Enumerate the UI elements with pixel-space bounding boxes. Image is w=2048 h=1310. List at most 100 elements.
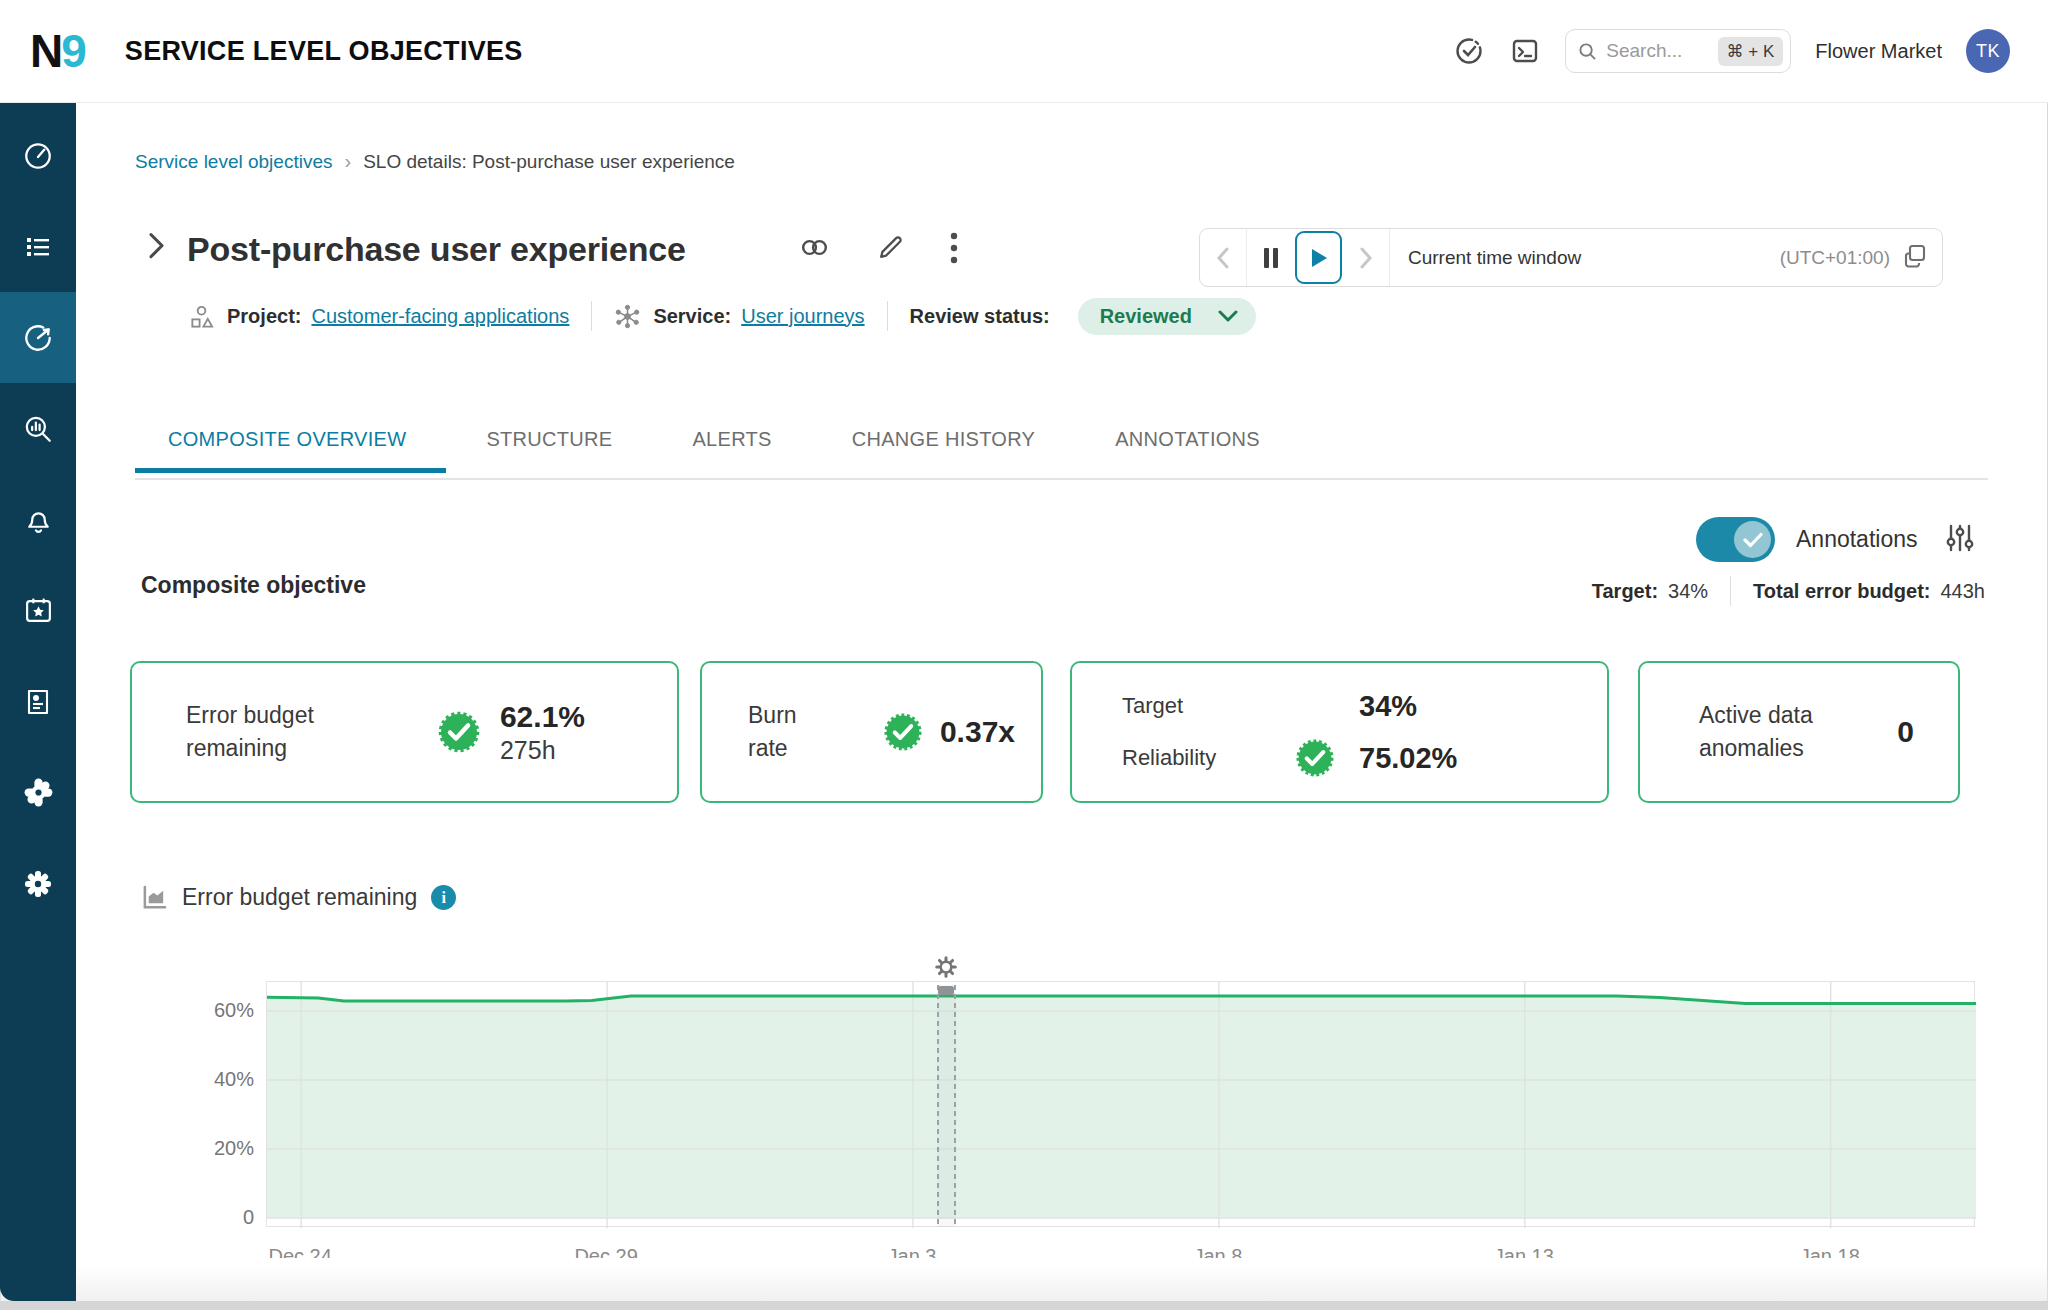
annotation-marker[interactable] — [929, 952, 963, 1227]
tab-bar: COMPOSITE OVERVIEW STRUCTURE ALERTS CHAN… — [135, 428, 1300, 473]
tab-baseline — [135, 478, 1988, 480]
y-tick-label: 0 — [180, 1205, 254, 1229]
sidebar-item-alerts[interactable] — [0, 474, 76, 565]
edit-pencil-icon[interactable] — [875, 232, 906, 267]
review-status-dropdown[interactable]: Reviewed — [1078, 298, 1256, 335]
error-budget-hours: 275h — [500, 736, 585, 765]
active-data-anomalies-card: Active data anomalies 0 — [1638, 661, 1960, 803]
service-icon — [614, 303, 641, 330]
org-name[interactable]: Flower Market — [1815, 40, 1942, 63]
y-tick-label: 20% — [180, 1136, 254, 1160]
x-tick-label: Dec 24 — [268, 1245, 331, 1258]
copy-icon[interactable] — [1902, 243, 1928, 273]
settings-gear-icon — [22, 868, 54, 900]
bell-icon — [23, 504, 54, 535]
search-input[interactable]: Search... ⌘ + K — [1565, 29, 1791, 73]
pause-button[interactable] — [1247, 229, 1294, 286]
annotations-toggle[interactable] — [1696, 517, 1775, 562]
total-error-budget-label: Total error budget: — [1753, 580, 1930, 603]
search-shortcut: ⌘ + K — [1718, 37, 1784, 66]
target-card-value: 34% — [1359, 690, 1417, 723]
gear-icon[interactable] — [929, 952, 963, 982]
bottom-fade — [0, 1265, 2048, 1301]
target-value: 34% — [1668, 580, 1708, 603]
burn-rate-value: 0.37x — [940, 715, 1015, 749]
slo-status-icon[interactable] — [1453, 35, 1485, 67]
sidebar-item-slo-details[interactable] — [0, 292, 76, 383]
x-tick-label: Jan 13 — [1494, 1245, 1554, 1258]
target-card-label: Target — [1122, 693, 1294, 719]
burn-rate-card: Burn rate 0.37x — [700, 661, 1043, 803]
chevron-down-icon — [1218, 310, 1238, 322]
target-label: Target: — [1592, 580, 1658, 603]
project-label: Project: — [227, 305, 301, 328]
time-window-label[interactable]: Current time window — [1408, 247, 1581, 269]
healthy-badge-icon — [436, 709, 482, 755]
tab-annotations[interactable]: ANNOTATIONS — [1075, 428, 1300, 473]
project-link[interactable]: Customer-facing applications — [311, 305, 569, 328]
tab-change-history[interactable]: CHANGE HISTORY — [812, 428, 1076, 473]
error-budget-chart[interactable] — [266, 981, 1975, 1227]
sidebar-item-settings[interactable] — [0, 838, 76, 929]
bottom-scrollbar[interactable] — [0, 1301, 2048, 1310]
chart-section-title: Error budget remaining — [182, 884, 417, 911]
x-tick-label: Jan 18 — [1800, 1245, 1860, 1258]
card-label: Error budget remaining — [186, 699, 386, 765]
time-forward-button[interactable] — [1343, 229, 1390, 286]
breadcrumb: Service level objectives › SLO details: … — [135, 150, 735, 173]
reliability-value: 75.02% — [1359, 742, 1457, 775]
healthy-badge-icon — [1294, 737, 1336, 779]
sidebar-item-reports[interactable] — [0, 656, 76, 747]
x-tick-label: Jan 3 — [888, 1245, 937, 1258]
info-icon[interactable]: i — [431, 885, 456, 910]
nobl9-logo[interactable]: N9 — [30, 24, 85, 78]
kebab-menu-icon[interactable] — [950, 231, 958, 269]
annotation-range[interactable] — [937, 985, 956, 1227]
breadcrumb-root-link[interactable]: Service level objectives — [135, 151, 332, 173]
expand-chevron[interactable] — [148, 230, 165, 269]
project-icon — [188, 303, 215, 330]
tab-composite-overview[interactable]: COMPOSITE OVERVIEW — [135, 428, 446, 473]
calendar-star-icon — [23, 595, 54, 626]
app-title: SERVICE LEVEL OBJECTIVES — [125, 36, 523, 67]
breadcrumb-current: SLO details: Post-purchase user experien… — [363, 151, 735, 173]
sidebar-item-insights[interactable] — [0, 383, 76, 474]
service-link[interactable]: User journeys — [741, 305, 864, 328]
review-status-label: Review status: — [910, 305, 1050, 328]
chart-settings-icon[interactable] — [1943, 521, 1977, 559]
chart-y-axis: 0 20% 40% 60% — [180, 981, 254, 1227]
tab-alerts[interactable]: ALERTS — [652, 428, 811, 473]
review-status-value: Reviewed — [1100, 305, 1192, 328]
sidebar-item-slo-list[interactable] — [0, 201, 76, 292]
timezone-label: (UTC+01:00) — [1780, 247, 1890, 269]
error-budget-percent: 62.1% — [500, 700, 585, 734]
play-button[interactable] — [1295, 231, 1342, 284]
time-window-control: Current time window (UTC+01:00) — [1199, 228, 1943, 287]
time-back-button[interactable] — [1200, 229, 1247, 286]
annotations-toggle-label: Annotations — [1796, 526, 1917, 553]
y-tick-label: 40% — [180, 1067, 254, 1091]
tab-structure[interactable]: STRUCTURE — [446, 428, 652, 473]
terminal-icon[interactable] — [1509, 35, 1541, 67]
search-icon — [1578, 42, 1597, 61]
composite-objective-title: Composite objective — [141, 572, 366, 599]
avatar[interactable]: TK — [1966, 29, 2010, 73]
healthy-badge-icon — [882, 711, 924, 753]
total-error-budget-value: 443h — [1941, 580, 1986, 603]
slo-target-icon — [21, 321, 55, 355]
sidebar-item-events[interactable] — [0, 565, 76, 656]
service-label: Service: — [653, 305, 731, 328]
sidebar — [0, 103, 76, 1301]
copy-link-icon[interactable] — [798, 231, 831, 268]
breadcrumb-separator: › — [344, 150, 351, 173]
area-chart-icon — [141, 884, 168, 911]
speedometer-icon — [22, 140, 54, 172]
sidebar-item-integrations[interactable] — [0, 747, 76, 838]
y-tick-label: 60% — [180, 998, 254, 1022]
check-icon — [1743, 532, 1763, 548]
search-placeholder: Search... — [1606, 40, 1708, 62]
card-label: Burn rate — [748, 699, 818, 765]
annotation-handle[interactable] — [938, 986, 954, 995]
x-tick-label: Dec 29 — [574, 1245, 637, 1258]
sidebar-item-dashboard[interactable] — [0, 110, 76, 201]
